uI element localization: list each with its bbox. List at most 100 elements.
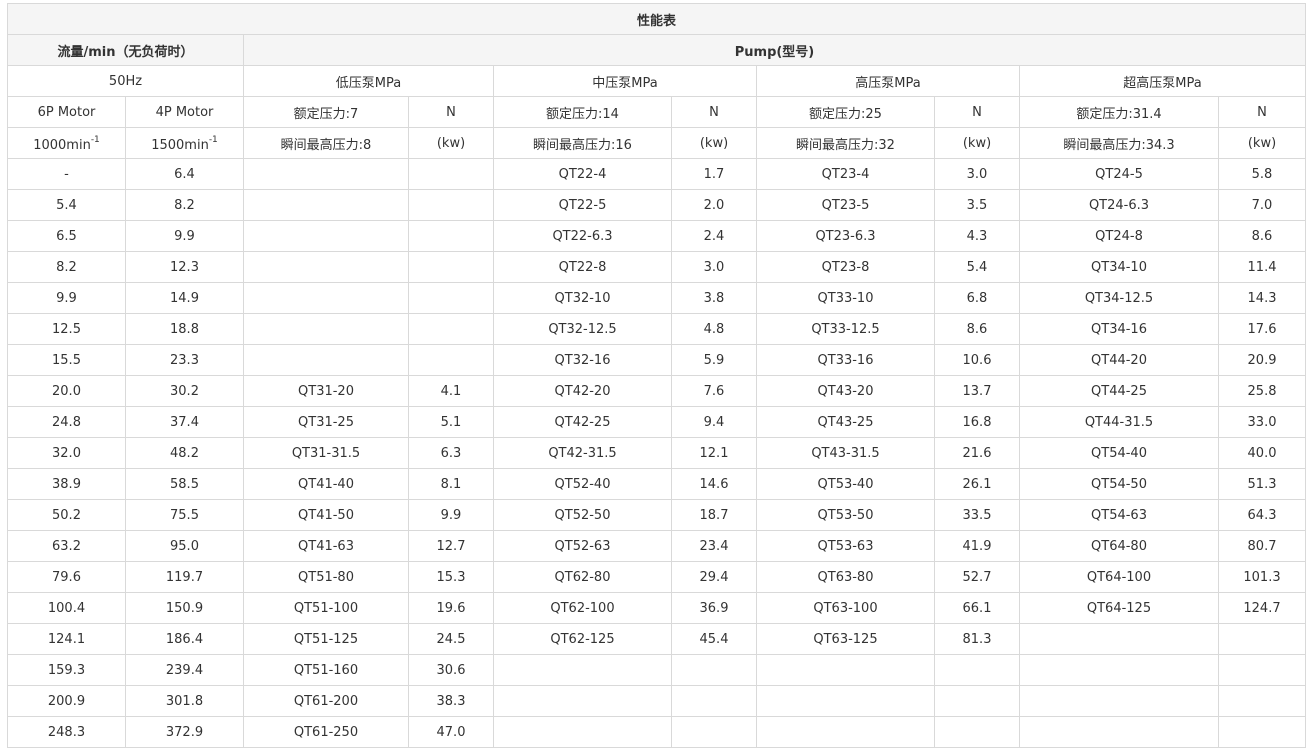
low-model-cell bbox=[243, 282, 409, 314]
ultra-power-cell bbox=[1217, 654, 1307, 686]
table-row: 38.9 58.5 QT41-40 8.1 QT52-40 14.6 QT53-40 26.1… bbox=[7, 468, 1307, 500]
ultra-power-cell: 101.3 bbox=[1217, 561, 1307, 593]
mid-power-cell: 29.4 bbox=[671, 561, 757, 593]
mid-power-cell: 36.9 bbox=[671, 592, 757, 624]
high-model-cell: QT63-100 bbox=[756, 592, 935, 624]
ultra-power-cell bbox=[1217, 685, 1307, 717]
flow-4p-cell: 119.7 bbox=[125, 561, 244, 593]
mid-peak-pressure: 瞬间最高压力:16 bbox=[493, 127, 672, 159]
ultra-power-cell bbox=[1217, 623, 1307, 655]
flow-header: 流量/min（无负荷时） bbox=[7, 34, 244, 66]
mid-power-cell: 3.0 bbox=[671, 251, 757, 283]
flow-6p-cell: 38.9 bbox=[7, 468, 126, 500]
flow-6p-cell: 20.0 bbox=[7, 375, 126, 407]
flow-6p-cell: 79.6 bbox=[7, 561, 126, 593]
ultra-power-cell: 5.8 bbox=[1217, 158, 1307, 190]
high-model-cell: QT33-12.5 bbox=[756, 313, 935, 345]
table-row: 24.8 37.4 QT31-25 5.1 QT42-25 9.4 QT43-25 16.8 Q… bbox=[7, 406, 1307, 438]
low-power-unit: (kw) bbox=[408, 127, 494, 159]
ultra-model-cell bbox=[1019, 685, 1219, 717]
high-peak-pressure: 瞬间最高压力:32 bbox=[756, 127, 935, 159]
table-row: 63.2 95.0 QT41-63 12.7 QT52-63 23.4 QT53-63 41.… bbox=[7, 530, 1307, 562]
low-model-cell: QT31-31.5 bbox=[243, 437, 409, 469]
flow-6p-cell: 200.9 bbox=[7, 685, 126, 717]
low-power-cell: 24.5 bbox=[408, 623, 494, 655]
low-power-cell: 6.3 bbox=[408, 437, 494, 469]
mid-model-cell: QT42-25 bbox=[493, 406, 672, 438]
mid-power-cell: 7.6 bbox=[671, 375, 757, 407]
low-power-cell: 30.6 bbox=[408, 654, 494, 686]
table-row: 79.6 119.7 QT51-80 15.3 QT62-80 29.4 QT63-80 52… bbox=[7, 561, 1307, 593]
flow-4p-cell: 301.8 bbox=[125, 685, 244, 717]
ultra-model-cell: QT24-6.3 bbox=[1019, 189, 1219, 221]
low-model-cell bbox=[243, 189, 409, 221]
low-model-cell: QT41-63 bbox=[243, 530, 409, 562]
ultra-power-cell: 64.3 bbox=[1217, 499, 1307, 531]
table-row: 32.0 48.2 QT31-31.5 6.3 QT42-31.5 12.1 QT43-31… bbox=[7, 437, 1307, 469]
ultra-power-cell bbox=[1217, 716, 1307, 748]
flow-4p-cell: 30.2 bbox=[125, 375, 244, 407]
rpm-4p-value: 1500min bbox=[151, 138, 209, 154]
ultra-peak-pressure: 瞬间最高压力:34.3 bbox=[1019, 127, 1219, 159]
flow-4p-cell: 37.4 bbox=[125, 406, 244, 438]
mid-model-cell: QT32-10 bbox=[493, 282, 672, 314]
flow-6p-cell: 8.2 bbox=[7, 251, 126, 283]
table-row: 248.3 372.9 QT61-250 47.0 bbox=[7, 716, 1307, 748]
low-power-cell: 19.6 bbox=[408, 592, 494, 624]
flow-6p-cell: 124.1 bbox=[7, 623, 126, 655]
mid-power-cell: 12.1 bbox=[671, 437, 757, 469]
flow-6p-cell: 6.5 bbox=[7, 220, 126, 252]
flow-4p-cell: 372.9 bbox=[125, 716, 244, 748]
low-model-cell bbox=[243, 251, 409, 283]
rpm-6p: 1000min-1 bbox=[7, 127, 126, 159]
high-power-cell: 81.3 bbox=[934, 623, 1020, 655]
rpm-6p-value: 1000min bbox=[33, 138, 91, 154]
ultra-power-cell: 14.3 bbox=[1217, 282, 1307, 314]
ultra-model-cell: QT34-16 bbox=[1019, 313, 1219, 345]
low-model-cell: QT41-50 bbox=[243, 499, 409, 531]
table-body: -6.4 QT22-4 1.7 QT23-4 3.0 QT24-5 5.8 5.4 8.2 QT2… bbox=[7, 158, 1307, 748]
high-model-cell: QT33-10 bbox=[756, 282, 935, 314]
mid-power-unit: (kw) bbox=[671, 127, 757, 159]
flow-4p-cell: 75.5 bbox=[125, 499, 244, 531]
flow-6p-cell: 100.4 bbox=[7, 592, 126, 624]
mid-power-cell: 1.7 bbox=[671, 158, 757, 190]
mid-model-cell bbox=[493, 654, 672, 686]
low-model-cell: QT61-200 bbox=[243, 685, 409, 717]
high-power-symbol: N bbox=[934, 96, 1020, 128]
ultra-model-cell: QT24-5 bbox=[1019, 158, 1219, 190]
freq-header: 50Hz bbox=[7, 65, 244, 97]
ultra-model-cell: QT44-25 bbox=[1019, 375, 1219, 407]
ultra-model-cell: QT54-40 bbox=[1019, 437, 1219, 469]
mid-model-cell: QT22-8 bbox=[493, 251, 672, 283]
high-model-cell: QT23-4 bbox=[756, 158, 935, 190]
high-power-cell: 3.0 bbox=[934, 158, 1020, 190]
low-power-cell: 5.1 bbox=[408, 406, 494, 438]
high-model-cell: QT43-25 bbox=[756, 406, 935, 438]
table-title: 性能表 bbox=[6, 3, 1307, 35]
ultra-power-cell: 8.6 bbox=[1217, 220, 1307, 252]
high-model-cell bbox=[756, 654, 935, 686]
low-peak-pressure: 瞬间最高压力:8 bbox=[243, 127, 409, 159]
mid-power-cell: 3.8 bbox=[671, 282, 757, 314]
ultra-model-cell: QT44-20 bbox=[1019, 344, 1219, 376]
mid-power-cell: 14.6 bbox=[671, 468, 757, 500]
mid-rated-pressure: 额定压力:14 bbox=[493, 96, 672, 128]
high-model-cell: QT43-20 bbox=[756, 375, 935, 407]
high-power-cell: 8.6 bbox=[934, 313, 1020, 345]
table-row: 8.2 12.3 QT22-8 3.0 QT23-8 5.4 QT34-10 11.4 bbox=[7, 251, 1307, 283]
ultra-rated-pressure: 额定压力:31.4 bbox=[1019, 96, 1219, 128]
mid-model-cell: QT62-125 bbox=[493, 623, 672, 655]
high-power-cell: 6.8 bbox=[934, 282, 1020, 314]
high-power-cell: 66.1 bbox=[934, 592, 1020, 624]
high-model-cell bbox=[756, 716, 935, 748]
low-rated-pressure: 额定压力:7 bbox=[243, 96, 409, 128]
low-power-cell bbox=[408, 344, 494, 376]
mid-power-cell: 2.4 bbox=[671, 220, 757, 252]
low-model-cell: QT51-125 bbox=[243, 623, 409, 655]
low-power-cell: 47.0 bbox=[408, 716, 494, 748]
low-model-cell bbox=[243, 158, 409, 190]
low-power-cell: 8.1 bbox=[408, 468, 494, 500]
high-power-cell bbox=[934, 716, 1020, 748]
motor-6p-label: 6P Motor bbox=[7, 96, 126, 128]
